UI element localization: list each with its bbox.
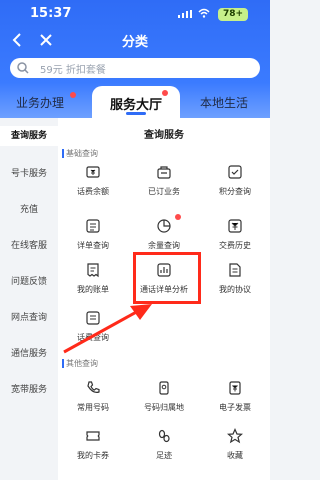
location-icon: [159, 381, 169, 395]
active-tab-underline: [126, 112, 146, 115]
sidebar-item-query[interactable]: 查询服务: [0, 126, 58, 146]
notification-dot: [162, 90, 168, 96]
service-label: 常用号码: [77, 403, 109, 412]
tab-local-life[interactable]: 本地生活: [200, 94, 248, 111]
service-label: 积分查询: [219, 187, 251, 196]
sidebar-item-communication[interactable]: 通信服务: [0, 346, 58, 359]
phone-icon: [87, 381, 100, 393]
sidebar: 查询服务 号卡服务 充值 在线客服 问题反馈 网点查询 通信服务 宽带服务: [0, 118, 58, 480]
notification-dot: [70, 92, 76, 98]
wallet-icon: [86, 166, 100, 178]
battery-badge: 78+: [218, 8, 248, 21]
panel-heading: 查询服务: [144, 130, 184, 141]
sidebar-item-online-service[interactable]: 在线客服: [0, 238, 58, 251]
search-placeholder: 59元 折扣套餐: [40, 65, 106, 76]
bag-icon: [157, 166, 171, 179]
service-my-agreement[interactable]: 我的协议: [200, 262, 270, 304]
points-icon: [228, 165, 242, 179]
tab-business[interactable]: 业务办理: [16, 94, 64, 111]
service-common-numbers[interactable]: 常用号码: [58, 380, 128, 422]
service-label: 我的协议: [219, 285, 251, 294]
service-label: 我的卡券: [77, 451, 109, 460]
section-basic-title: 基础查询: [62, 149, 98, 158]
invoice-icon: [229, 381, 241, 395]
service-label: 详单查询: [77, 241, 109, 250]
service-number-location[interactable]: 号码归属地: [129, 380, 199, 422]
search-input[interactable]: 59元 折扣套餐: [10, 58, 260, 78]
sidebar-item-feedback[interactable]: 问题反馈: [0, 274, 58, 287]
status-bar: 15:37 78+: [0, 0, 270, 26]
tab-bar: 业务办理 服务大厅 本地生活: [0, 86, 270, 118]
coupon-icon: [86, 431, 100, 441]
wifi-icon: [198, 8, 210, 18]
notification-dot: [175, 214, 181, 220]
service-label: 交费历史: [219, 241, 251, 250]
service-label: 收藏: [227, 451, 243, 460]
service-footprint[interactable]: 足迹: [129, 428, 199, 470]
service-label: 号码归属地: [144, 403, 184, 412]
page-title: 分类: [121, 35, 148, 50]
service-my-coupons[interactable]: 我的卡券: [58, 428, 128, 470]
bill-icon: [87, 263, 99, 278]
service-label: 余量查询: [148, 241, 180, 250]
service-label: 电子发票: [219, 403, 251, 412]
search-icon: [17, 62, 29, 74]
service-subscribed[interactable]: 已订业务: [129, 164, 199, 206]
arrow-annotation: [63, 304, 152, 354]
star-icon: [227, 428, 243, 444]
service-detail-query[interactable]: 详单查询: [58, 218, 128, 260]
document-icon: [229, 263, 241, 277]
service-balance[interactable]: 话费余额: [58, 164, 128, 206]
service-label: 已订业务: [148, 187, 180, 196]
sidebar-item-outlets[interactable]: 网点查询: [0, 310, 58, 323]
service-points[interactable]: 积分查询: [200, 164, 270, 206]
sidebar-item-card[interactable]: 号卡服务: [0, 166, 58, 179]
history-icon: [228, 219, 242, 233]
service-e-invoice[interactable]: 电子发票: [200, 380, 270, 422]
service-label: 足迹: [156, 451, 172, 460]
service-label: 话费余额: [77, 187, 109, 196]
sidebar-item-recharge[interactable]: 充值: [0, 202, 58, 215]
nav-bar: 分类: [0, 28, 270, 52]
tab-service-hall-label: 服务大厅: [109, 98, 162, 113]
list-icon: [86, 219, 100, 233]
sidebar-item-broadband[interactable]: 宽带服务: [0, 382, 58, 395]
service-payment-history[interactable]: 交费历史: [200, 218, 270, 260]
header: 15:37 78+ 分类 59元 折扣套餐 业务办理 服务大厅 本地生活: [0, 0, 270, 118]
status-time: 15:37: [30, 6, 72, 21]
service-favorites[interactable]: 收藏: [200, 428, 270, 470]
footprint-icon: [158, 429, 170, 443]
pie-icon: [157, 219, 171, 233]
signal-icon: [178, 10, 192, 18]
